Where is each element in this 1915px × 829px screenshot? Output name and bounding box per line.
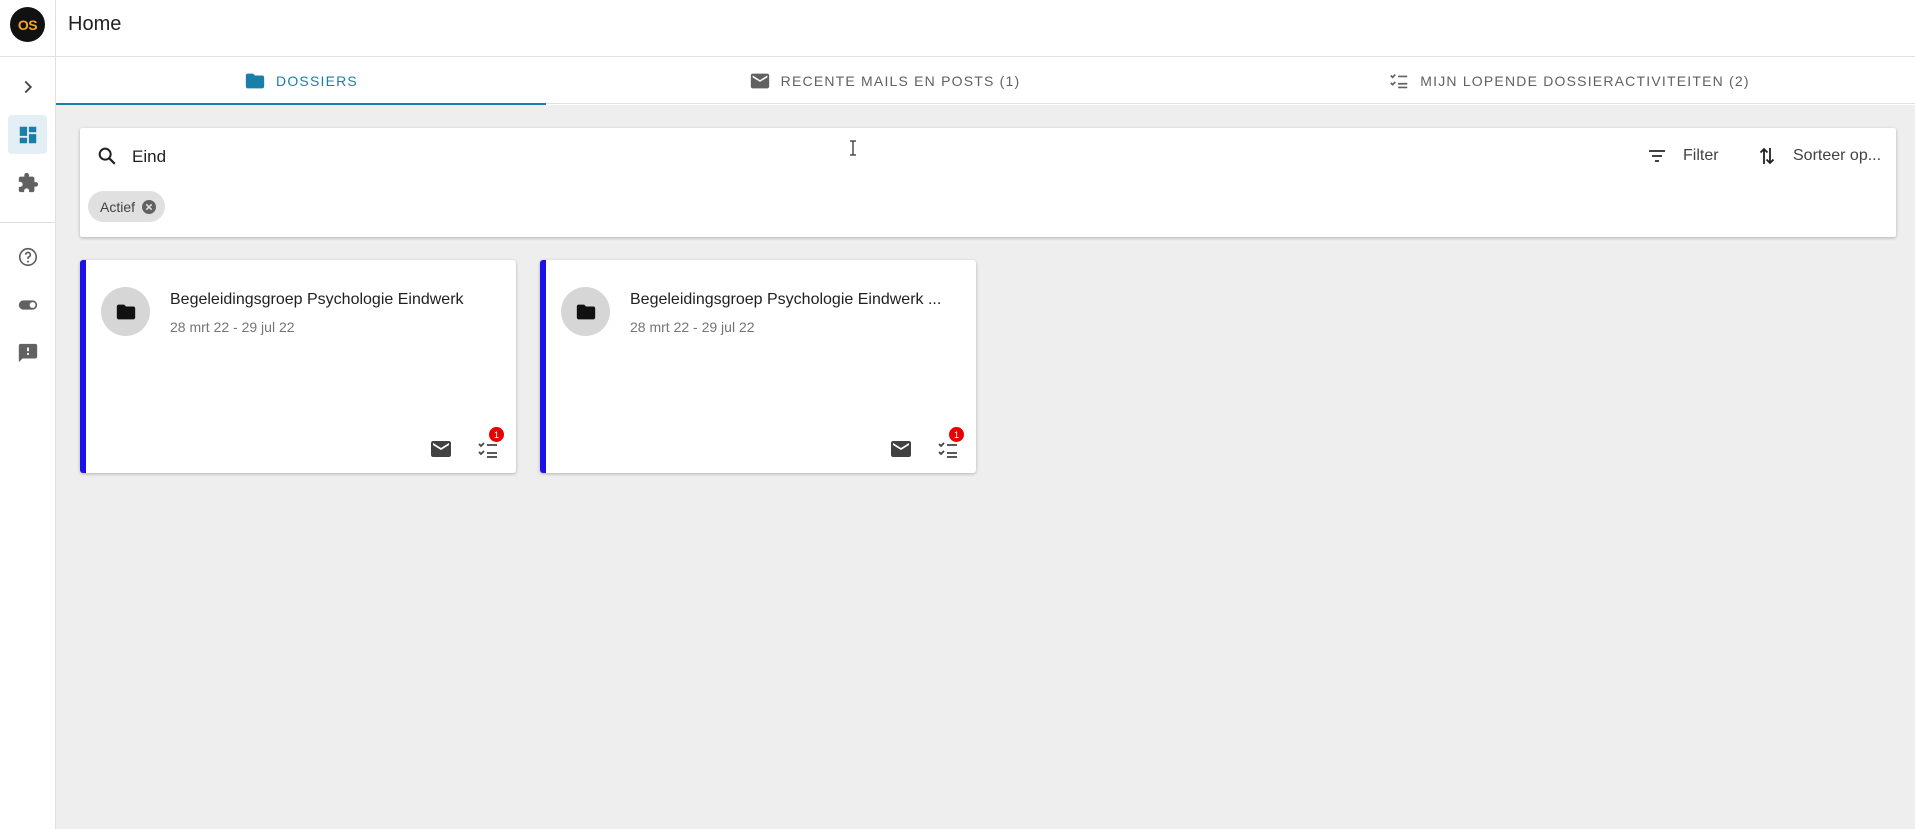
tab-dossiers[interactable]: DOSSIERS — [56, 57, 546, 105]
folder-icon — [576, 304, 595, 319]
dossier-dates: 28 mrt 22 - 29 jul 22 — [170, 319, 295, 335]
page-title: Home — [68, 13, 122, 35]
sort-icon — [1759, 147, 1775, 165]
tab-label: DOSSIERS — [276, 72, 358, 89]
filter-button[interactable]: Filter — [1645, 141, 1719, 171]
task-count-badge: 1 — [949, 427, 964, 442]
folder-icon — [245, 73, 265, 88]
task-count-badge: 1 — [489, 427, 504, 442]
sidebar: OS — [0, 0, 56, 829]
app-logo[interactable]: OS — [10, 7, 45, 42]
sidebar-item-help[interactable] — [8, 237, 47, 276]
logo-text: OS — [17, 16, 38, 33]
filter-label: Filter — [1683, 147, 1719, 164]
close-icon[interactable] — [141, 199, 157, 215]
sidebar-divider — [0, 56, 56, 57]
chip-label: Actief — [100, 198, 136, 215]
tab-label: RECENTE MAILS EN POSTS (1) — [780, 72, 1021, 89]
top-bar: Home — [56, 0, 1915, 57]
dossier-avatar — [561, 287, 610, 336]
search-icon — [98, 147, 116, 165]
chevron-right-icon — [24, 80, 32, 93]
folder-icon — [116, 304, 135, 319]
tab-activities[interactable]: MIJN LOPENDE DOSSIERACTIVITEITEN (2) — [1223, 57, 1915, 104]
dossier-dates: 28 mrt 22 - 29 jul 22 — [630, 319, 755, 335]
feedback-icon — [18, 343, 37, 362]
tab-bar: DOSSIERS RECENTE MAILS EN POSTS (1) MIJN… — [56, 57, 1915, 105]
filter-icon — [1649, 150, 1665, 162]
dossier-card-list: Begeleidingsgroep Psychologie Eindwerk 2… — [80, 260, 976, 473]
mail-icon — [750, 73, 769, 88]
mail-icon[interactable] — [889, 437, 913, 461]
search-input[interactable] — [132, 143, 1232, 171]
toggle-icon — [18, 299, 37, 310]
dossier-card[interactable]: Begeleidingsgroep Psychologie Eindwerk 2… — [80, 260, 516, 473]
sidebar-item-toggle[interactable] — [8, 285, 47, 324]
tab-label: MIJN LOPENDE DOSSIERACTIVITEITEN (2) — [1420, 72, 1750, 89]
filter-chip-actief: Actief — [88, 191, 166, 222]
dossier-title: Begeleidingsgroep Psychologie Eindwerk — [170, 291, 464, 308]
dossier-card[interactable]: Begeleidingsgroep Psychologie Eindwerk .… — [540, 260, 976, 473]
main-content: Filter Sorteer op... Actief Begeleidings… — [56, 105, 1915, 829]
sidebar-item-extensions[interactable] — [8, 163, 47, 202]
sidebar-item-dashboard[interactable] — [8, 115, 47, 154]
tab-recent-mails[interactable]: RECENTE MAILS EN POSTS (1) — [546, 57, 1223, 104]
puzzle-icon — [18, 172, 38, 192]
dossier-title: Begeleidingsgroep Psychologie Eindwerk .… — [630, 291, 942, 308]
sidebar-item-feedback[interactable] — [8, 333, 47, 372]
expand-sidebar-button[interactable] — [8, 67, 47, 106]
sort-label: Sorteer op... — [1793, 147, 1882, 164]
checklist-icon — [1390, 73, 1408, 88]
mail-icon[interactable] — [429, 437, 453, 461]
dossier-avatar — [101, 287, 150, 336]
sort-button[interactable]: Sorteer op... — [1755, 141, 1881, 171]
text-cursor-icon — [850, 140, 856, 156]
search-panel: Filter Sorteer op... Actief — [80, 128, 1896, 237]
sidebar-divider — [0, 222, 56, 223]
dashboard-icon — [19, 126, 36, 143]
help-circle-icon — [18, 247, 37, 266]
